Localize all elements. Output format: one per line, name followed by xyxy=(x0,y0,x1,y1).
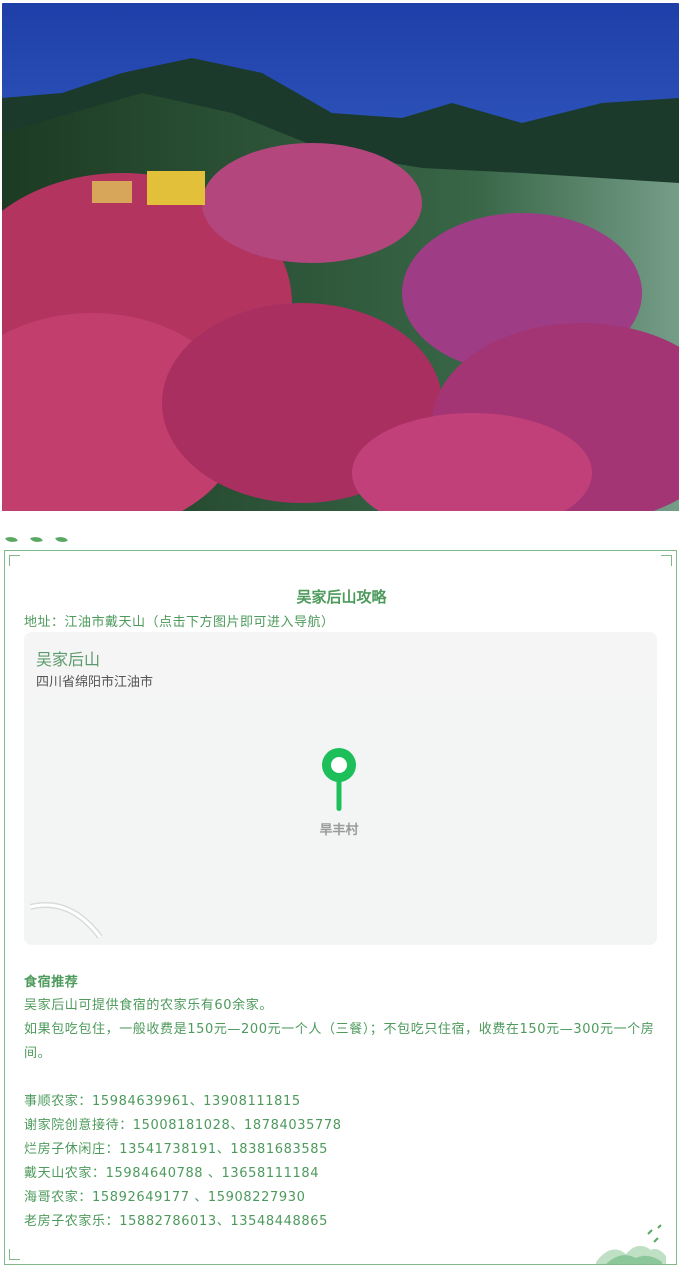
lodging-pricing: 如果包吃包住，一般收费是150元—200元一个人（三餐）；不包吃只住宿，收费在1… xyxy=(24,1022,655,1061)
contact-item: 烂房子休闲庄：13541738191、18381683585 xyxy=(24,1142,328,1157)
guide-title: 吴家后山攻略 xyxy=(296,588,387,606)
location-pin-icon[interactable] xyxy=(317,745,361,815)
address-text: 地址：江油市戴天山（点击下方图片即可进入导航） xyxy=(24,615,335,630)
corner-decoration xyxy=(9,555,20,566)
contact-list: 事顺农家：15984639961、13908111815 谢家院创意接待：150… xyxy=(24,1090,342,1234)
road-line xyxy=(30,902,103,939)
contact-item: 事顺农家：15984639961、13908111815 xyxy=(24,1094,301,1109)
contact-item: 谢家院创意接待：15008181028、18784035778 xyxy=(24,1118,342,1133)
map-place-address: 四川省绵阳市江油市 xyxy=(36,675,154,690)
map-header: 吴家后山 四川省绵阳市江油市 xyxy=(24,632,657,698)
lodging-heading: 食宿推荐 xyxy=(24,975,79,990)
contact-item: 老房子农家乐：15882786013、13548448865 xyxy=(24,1214,328,1229)
pin-label: 旱丰村 xyxy=(319,823,359,838)
map-place-name: 吴家后山 xyxy=(36,650,101,669)
corner-decoration xyxy=(9,1249,20,1260)
mountain-decoration-icon xyxy=(596,1224,666,1264)
lodging-intro: 吴家后山可提供食宿的农家乐有60余家。 xyxy=(24,998,273,1013)
hero-photo xyxy=(2,3,679,511)
leaf-decoration xyxy=(5,534,86,550)
map-card[interactable]: 吴家后山 四川省绵阳市江油市 旱丰村 xyxy=(24,632,657,945)
corner-decoration xyxy=(661,555,672,566)
contact-item: 海哥农家：15892649177 、15908227930 xyxy=(24,1190,306,1205)
contact-item: 戴天山农家：15984640788 、13658111184 xyxy=(24,1166,320,1181)
